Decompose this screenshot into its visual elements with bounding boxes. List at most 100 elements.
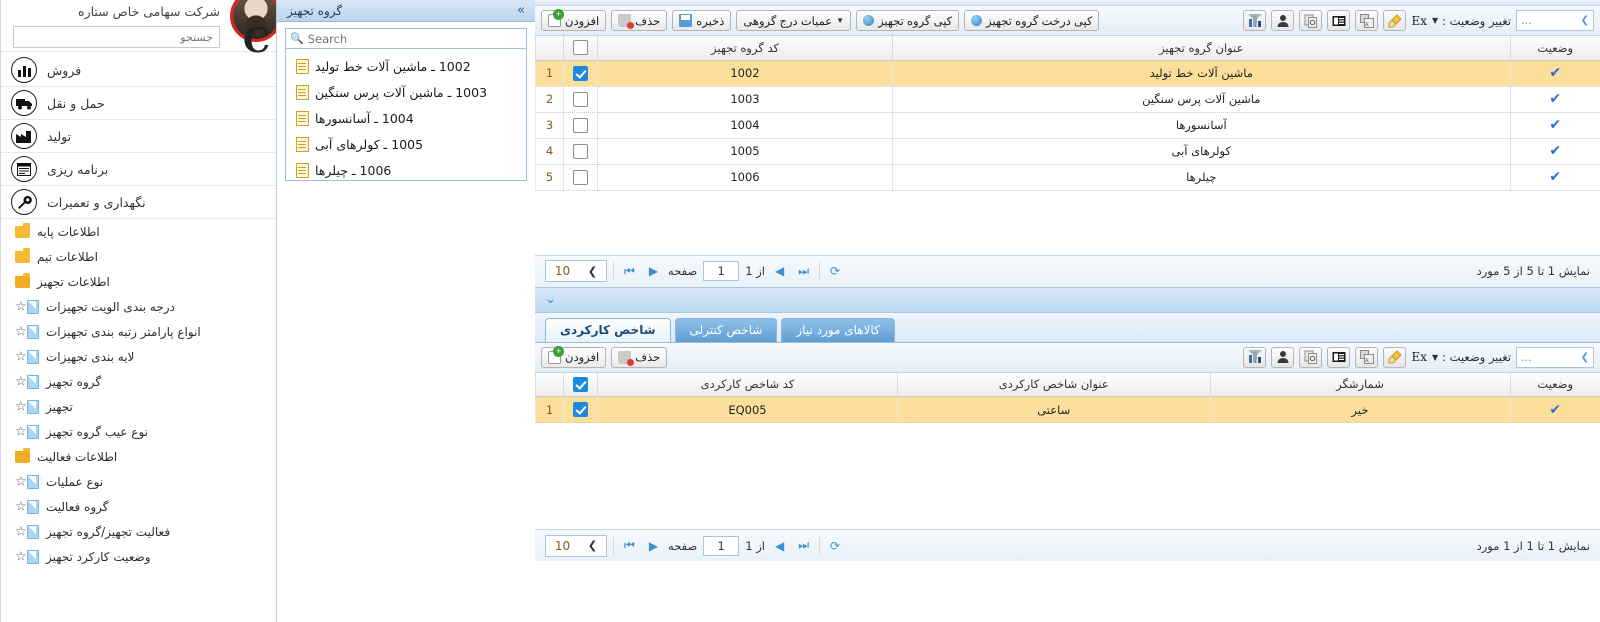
sidebar-folder-1[interactable]: اطلاعات تیم [1, 244, 276, 269]
last-page-button[interactable]: ⏮ [620, 264, 639, 279]
favorite-star-icon[interactable]: ☆ [15, 525, 27, 538]
sidebar-leaf-5[interactable]: لایه بندی تجهیزات ☆ [1, 344, 276, 369]
bottom-next-page-button[interactable]: ▶ [645, 539, 662, 553]
row-checkbox[interactable] [573, 169, 588, 185]
cell-title[interactable]: کولرهای آبی [892, 138, 1510, 165]
col-header-status2[interactable]: وضعیت [1509, 372, 1600, 397]
cell-code[interactable]: 1005 [597, 138, 893, 165]
save-button[interactable]: ذخیره [672, 10, 732, 31]
sidebar-item-0[interactable]: فروش [1, 54, 276, 87]
tab-1[interactable]: شاخص کنترلی [674, 317, 778, 342]
col-header-status[interactable]: وضعیت [1509, 36, 1600, 61]
row-checkbox[interactable] [573, 117, 588, 133]
col-header-select-all2[interactable] [563, 372, 598, 397]
chart-filter-icon[interactable] [1243, 10, 1267, 31]
tree-item-1[interactable]: 1003 ـ ماشین آلات پرس سنگین [286, 79, 526, 105]
row-checkbox[interactable] [573, 65, 588, 81]
status-chevron-down-icon[interactable]: ▼ [1432, 16, 1438, 25]
sidebar-leaf-3[interactable]: درجه بندی الویت تجهیزات ☆ [1, 294, 276, 319]
favorite-star-icon[interactable]: ☆ [15, 500, 27, 513]
sidebar-leaf-13[interactable]: وضعیت کارکرد تجهیز ☆ [1, 544, 276, 569]
table-row[interactable]: ✔ کولرهای آبی 1005 4 [535, 138, 1600, 165]
cell-code[interactable]: 1006 [597, 164, 893, 191]
tree-search-box[interactable]: 🔍 [285, 28, 527, 49]
collapse-right-icon[interactable]: » [517, 3, 525, 18]
col-header-select-all[interactable] [563, 36, 598, 61]
sidebar-leaf-12[interactable]: فعالیت تجهیز/گروه تجهیز ☆ [1, 519, 276, 544]
translate-icon[interactable]: A [1355, 10, 1379, 31]
select-all-checkbox-2[interactable] [573, 376, 588, 392]
cell-checkbox[interactable] [563, 86, 598, 113]
sidebar-leaf-8[interactable]: نوع عیب گروه تجهیز ☆ [1, 419, 276, 444]
user-icon[interactable] [1271, 346, 1295, 368]
table-row[interactable]: ✔ آسانسورها 1004 3 [535, 112, 1600, 139]
add-button[interactable]: افزودن [541, 9, 607, 31]
row-checkbox[interactable] [573, 143, 588, 159]
bottom-prev-page-button[interactable]: ◀ [771, 539, 788, 553]
sidebar-folder-2[interactable]: اطلاعات تجهیز [1, 269, 276, 294]
bottom-add-button[interactable]: افزودن [541, 345, 607, 368]
cell-title[interactable]: ماشین آلات پرس سنگین [892, 86, 1510, 113]
sidebar-folder-9[interactable]: اطلاعات فعالیت [1, 444, 276, 469]
cell-checkbox[interactable] [563, 164, 598, 191]
cell-code[interactable]: EQ005 [597, 396, 898, 423]
favorite-star-icon[interactable]: ☆ [15, 325, 27, 338]
row-checkbox[interactable] [573, 91, 588, 107]
bottom-refresh-icon[interactable]: ⟳ [826, 539, 844, 553]
sidebar-item-2[interactable]: تولید [1, 120, 276, 153]
ex-label[interactable]: Ex [1411, 14, 1427, 28]
favorite-star-icon[interactable]: ☆ [15, 300, 27, 313]
sidebar-leaf-4[interactable]: انواع پارامتر رتبه بندی تجهیزات ☆ [1, 319, 276, 344]
page-size-select[interactable]: ❯ 10 [545, 260, 607, 282]
bottom-page-size-select[interactable]: ❯ 10 [545, 534, 607, 557]
card-view-icon[interactable] [1327, 346, 1351, 368]
row-checkbox[interactable] [573, 402, 588, 417]
highlighter-icon[interactable] [1383, 10, 1407, 31]
bottom-first-page-button[interactable]: ⏭ [794, 538, 813, 553]
sidebar-leaf-11[interactable]: گروه فعالیت ☆ [1, 494, 276, 519]
favorite-star-icon[interactable]: ☆ [15, 350, 27, 363]
cell-checkbox[interactable] [563, 112, 598, 139]
first-page-button[interactable]: ⏭ [794, 264, 813, 279]
cell-title[interactable]: ماشین آلات خط تولید [892, 60, 1510, 87]
batch-insert-button[interactable]: عمیات درج گروهی ▼ [736, 10, 852, 31]
cell-code[interactable]: 1003 [597, 86, 893, 113]
tree-item-3[interactable]: 1005 ـ کولرهای آبی [286, 131, 526, 157]
bottom-ex-label[interactable]: Ex [1411, 350, 1427, 364]
tree-item-2[interactable]: 1004 ـ آسانسورها [286, 105, 526, 131]
card-view-icon[interactable] [1327, 10, 1351, 31]
next-page-button[interactable]: ▶ [645, 264, 662, 278]
cell-title[interactable]: چیلرها [892, 164, 1510, 191]
status-chevron-down-icon[interactable]: ▼ [1432, 353, 1438, 362]
highlighter-icon[interactable] [1383, 346, 1407, 368]
bottom-status-select[interactable]: ❯ ... [1516, 346, 1594, 368]
search-input[interactable] [13, 26, 220, 48]
bottom-page-number-input[interactable] [703, 535, 740, 556]
table-row[interactable]: ✔ ماشین آلات پرس سنگین 1003 2 [535, 86, 1600, 113]
bottom-delete-button[interactable]: حذف [611, 346, 668, 368]
sidebar-leaf-7[interactable]: تجهیز ☆ [1, 394, 276, 419]
cell-checkbox[interactable] [563, 60, 598, 87]
table-row[interactable]: ✔ ماشین آلات خط تولید 1002 1 [535, 60, 1600, 87]
table-row[interactable]: ✔ چیلرها 1006 5 [535, 164, 1600, 191]
cell-code[interactable]: 1002 [597, 60, 893, 87]
select-all-checkbox[interactable] [573, 40, 588, 56]
sidebar-folder-0[interactable]: اطلاعات پایه [1, 219, 276, 244]
tree-search-input[interactable] [303, 31, 522, 46]
cell-checkbox[interactable] [563, 396, 598, 423]
col-header-code[interactable]: کد گروه تجهیز [597, 36, 893, 61]
status-select[interactable]: ❯ ... [1516, 10, 1594, 31]
favorite-star-icon[interactable]: ☆ [15, 475, 27, 488]
cell-title[interactable]: ساعتی [897, 396, 1210, 423]
favorite-star-icon[interactable]: ☆ [15, 400, 27, 413]
copy-equipment-group-tree-button[interactable]: کپی درخت گروه تجهیز [964, 10, 1100, 31]
panel-collapse-band[interactable]: ⌄ [535, 286, 1600, 313]
col-header-counter[interactable]: شمارشگر [1209, 372, 1510, 397]
sidebar-item-1[interactable]: حمل و نقل [1, 87, 276, 120]
translate-icon[interactable]: A [1355, 346, 1379, 368]
refresh-icon[interactable]: ⟳ [826, 264, 844, 278]
sidebar-leaf-10[interactable]: نوع عملیات ☆ [1, 469, 276, 494]
cell-code[interactable]: 1004 [597, 112, 893, 139]
favorite-star-icon[interactable]: ☆ [15, 425, 27, 438]
favorite-star-icon[interactable]: ☆ [15, 550, 27, 563]
